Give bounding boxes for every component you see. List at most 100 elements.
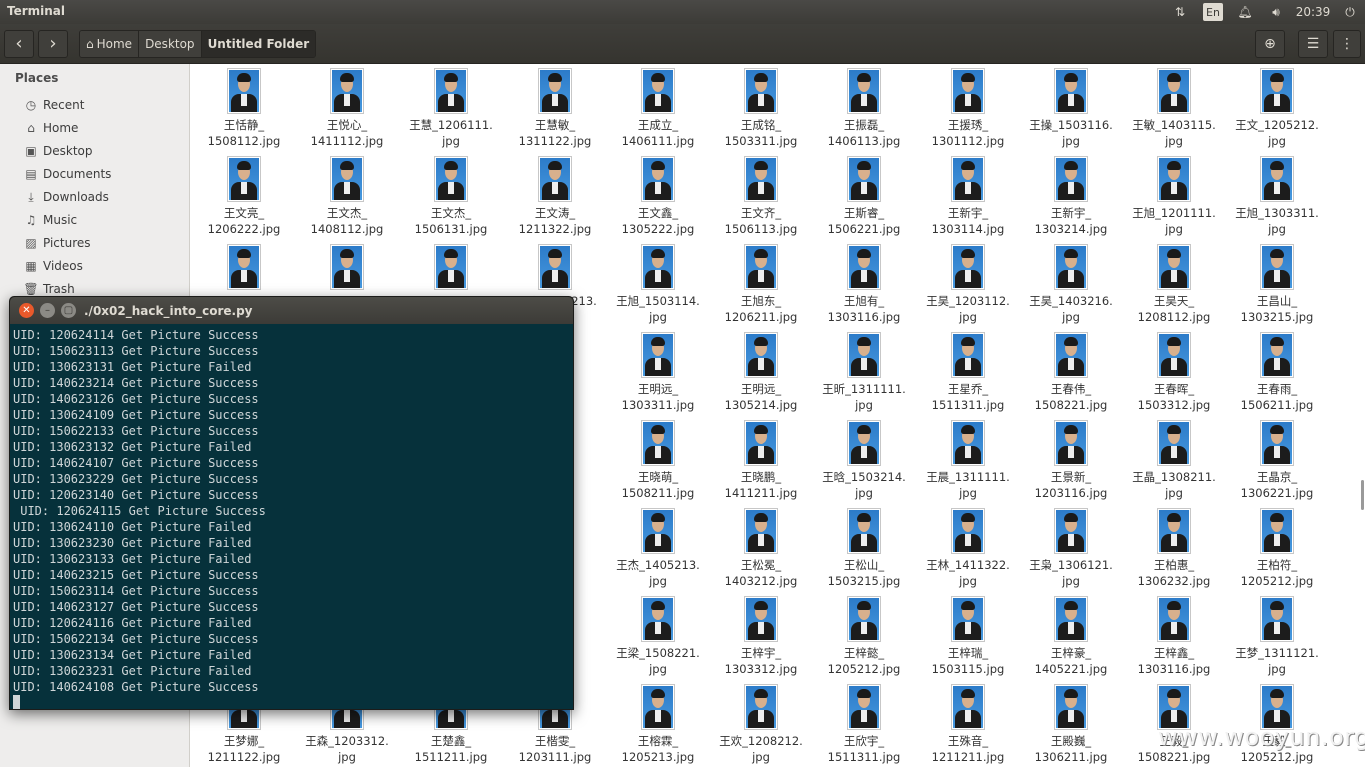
clock[interactable]: 20:39 <box>1296 3 1331 21</box>
file-item[interactable]: 王文亮_ 1206222.jpg <box>192 156 296 237</box>
back-button[interactable]: ‹ <box>4 30 34 58</box>
file-item[interactable]: 王文齐_ 1506113.jpg <box>709 156 813 237</box>
file-item[interactable]: 王杰_1405213. jpg <box>606 508 710 589</box>
file-item[interactable]: 王晨_1311111. jpg <box>916 420 1020 501</box>
maximize-icon[interactable]: ▢ <box>61 303 76 318</box>
breadcrumb-home[interactable]: ⌂ Home <box>80 31 140 57</box>
file-item[interactable]: 王晶京_ 1306221.jpg <box>1225 420 1329 501</box>
file-item[interactable]: 王斯睿_ 1506221.jpg <box>812 156 916 237</box>
file-item[interactable]: 王星乔_ 1511311.jpg <box>916 332 1020 413</box>
file-item[interactable]: 王梓豪_ 1405221.jpg <box>1019 596 1123 677</box>
file-item[interactable]: 王松山_ 1503215.jpg <box>812 508 916 589</box>
file-item[interactable]: 王文_1205212. jpg <box>1225 68 1329 149</box>
file-item[interactable]: 王景新_ 1203116.jpg <box>1019 420 1123 501</box>
sidebar-item-home[interactable]: ⌂ Home <box>23 118 78 138</box>
file-item[interactable]: 王梁_1508221. jpg <box>606 596 710 677</box>
sidebar-item-music[interactable]: ♫ Music <box>23 210 78 230</box>
file-item[interactable]: 王旭_1503114. jpg <box>606 244 710 325</box>
file-item[interactable]: 王恬静_ 1508112.jpg <box>192 68 296 149</box>
forward-button[interactable]: › <box>38 30 68 58</box>
file-item[interactable]: 王欢_1208212. jpg <box>709 684 813 765</box>
file-item[interactable]: 王成立_ 1406111.jpg <box>606 68 710 149</box>
file-item[interactable]: 王春雨_ 1506211.jpg <box>1225 332 1329 413</box>
file-item[interactable]: 王春伟_ 1508221.jpg <box>1019 332 1123 413</box>
file-item[interactable]: 王新宇_ 1303214.jpg <box>1019 156 1123 237</box>
file-item[interactable]: 王旭_1201111. jpg <box>1122 156 1226 237</box>
file-item[interactable]: 王敏_1403115. jpg <box>1122 68 1226 149</box>
minimize-icon[interactable]: – <box>40 303 55 318</box>
file-item[interactable]: 王殿巍_ 1306211.jpg <box>1019 684 1123 765</box>
file-item[interactable]: 王梓宇_ 1303312.jpg <box>709 596 813 677</box>
file-item[interactable]: 王旭_1303311. jpg <box>1225 156 1329 237</box>
file-name: 王慧敏_ 1311122.jpg <box>518 118 592 148</box>
notification-bell-icon[interactable]: 🔔︎ <box>1236 3 1254 21</box>
file-item[interactable]: 王振磊_ 1406113.jpg <box>812 68 916 149</box>
file-item[interactable]: 王晗_1503214. jpg <box>812 420 916 501</box>
file-item[interactable]: 王梓鑫_ 1303116.jpg <box>1122 596 1226 677</box>
file-item[interactable]: 王悦心_ 1411112.jpg <box>295 68 399 149</box>
file-item[interactable]: 王枭_1306121. jpg <box>1019 508 1123 589</box>
file-item[interactable]: 王昊_1403216. jpg <box>1019 244 1123 325</box>
keyboard-layout-indicator[interactable]: En <box>1203 3 1223 21</box>
power-icon[interactable]: ⏻ <box>1340 3 1360 21</box>
file-item[interactable]: 王成铭_ 1503311.jpg <box>709 68 813 149</box>
file-item[interactable]: 王慧敏_ 1311122.jpg <box>503 68 607 149</box>
file-item[interactable]: 王昌山_ 1303215.jpg <box>1225 244 1329 325</box>
file-item[interactable]: 王晶_1308211. jpg <box>1122 420 1226 501</box>
sidebar-item-downloads[interactable]: ⤓ Downloads <box>23 187 109 207</box>
file-name: 王梓懿_ 1205212.jpg <box>827 646 901 676</box>
file-item[interactable]: 王晓萌_ 1508211.jpg <box>606 420 710 501</box>
file-item[interactable]: 王慧_1206111. jpg <box>399 68 503 149</box>
file-item[interactable]: 王文杰_ 1506131.jpg <box>399 156 503 237</box>
file-name: 王楷雯_ 1203111.jpg <box>518 734 592 764</box>
file-item[interactable]: 王昊天_ 1208112.jpg <box>1122 244 1226 325</box>
file-item[interactable]: 王榕霖_ 1205213.jpg <box>606 684 710 765</box>
file-item[interactable]: 王梓瑞_ 1503115.jpg <box>916 596 1020 677</box>
file-item[interactable]: 王殊音_ 1211211.jpg <box>916 684 1020 765</box>
location-target-button[interactable]: ⊕ <box>1255 30 1285 58</box>
file-name: 王春晖_ 1503312.jpg <box>1137 382 1211 412</box>
file-item[interactable]: 王新宇_ 1303114.jpg <box>916 156 1020 237</box>
file-item[interactable]: 王柏符_ 1205212.jpg <box>1225 508 1329 589</box>
file-item[interactable]: 王明远_ 1305214.jpg <box>709 332 813 413</box>
file-item[interactable]: 王林_1411322. jpg <box>916 508 1020 589</box>
terminal-line: UID: 130623229 Get Picture Success <box>13 472 259 486</box>
breadcrumb-current-folder[interactable]: Untitled Folder <box>201 31 316 57</box>
list-view-button[interactable]: ☰ <box>1298 30 1328 58</box>
sidebar-item-videos[interactable]: ▦ Videos <box>23 256 83 276</box>
file-item[interactable]: 王文杰_ 1408112.jpg <box>295 156 399 237</box>
file-item[interactable]: 王松冕_ 1403212.jpg <box>709 508 813 589</box>
file-item[interactable]: 王昊_1203112. jpg <box>916 244 1020 325</box>
file-item[interactable]: 王操_1503116. jpg <box>1019 68 1123 149</box>
terminal-titlebar[interactable]: ✕ – ▢ ./0x02_hack_into_core.py <box>10 297 573 324</box>
sidebar-item-desktop[interactable]: ▣ Desktop <box>23 141 92 161</box>
sidebar-item-recent[interactable]: ◷ Recent <box>23 95 85 115</box>
terminal-output[interactable]: UID: 120624114 Get Picture Success UID: 1… <box>10 324 573 709</box>
file-item[interactable]: 王明远_ 1303311.jpg <box>606 332 710 413</box>
file-item[interactable]: 王梓懿_ 1205212.jpg <box>812 596 916 677</box>
top-panel: Terminal ⇅ En 🔔︎ 🔊︎ 20:39 ⏻ <box>0 0 1365 24</box>
file-item[interactable]: 王柏惠_ 1306232.jpg <box>1122 508 1226 589</box>
file-item[interactable]: 王文涛_ 1211322.jpg <box>503 156 607 237</box>
sidebar-item-documents[interactable]: ▤ Documents <box>23 164 111 184</box>
file-item[interactable]: 王旭东_ 1206211.jpg <box>709 244 813 325</box>
breadcrumb-desktop[interactable]: Desktop <box>139 31 202 57</box>
scrollbar-thumb[interactable] <box>1361 480 1364 510</box>
file-item[interactable]: 王旭有_ 1303116.jpg <box>812 244 916 325</box>
sidebar-item-pictures[interactable]: ▨ Pictures <box>23 233 90 253</box>
file-name: 王成立_ 1406111.jpg <box>621 118 695 148</box>
network-icon[interactable]: ⇅ <box>1170 3 1190 21</box>
file-item[interactable]: 王梦_1311121. jpg <box>1225 596 1329 677</box>
menu-button[interactable]: ⋮ <box>1333 30 1361 58</box>
file-item[interactable]: 王欣宇_ 1511311.jpg <box>812 684 916 765</box>
file-name: 王晓萌_ 1508211.jpg <box>621 470 695 500</box>
file-item[interactable]: 王文鑫_ 1305222.jpg <box>606 156 710 237</box>
terminal-line: UID: 130623132 Get Picture Failed <box>13 440 252 454</box>
file-item[interactable]: 王援琇_ 1301112.jpg <box>916 68 1020 149</box>
terminal-window[interactable]: ✕ – ▢ ./0x02_hack_into_core.py UID: 1206… <box>9 296 574 710</box>
close-icon[interactable]: ✕ <box>19 303 34 318</box>
volume-icon[interactable]: 🔊︎ <box>1265 3 1287 21</box>
file-item[interactable]: 王晓鹏_ 1411211.jpg <box>709 420 813 501</box>
file-item[interactable]: 王昕_1311111. jpg <box>812 332 916 413</box>
file-item[interactable]: 王春晖_ 1503312.jpg <box>1122 332 1226 413</box>
